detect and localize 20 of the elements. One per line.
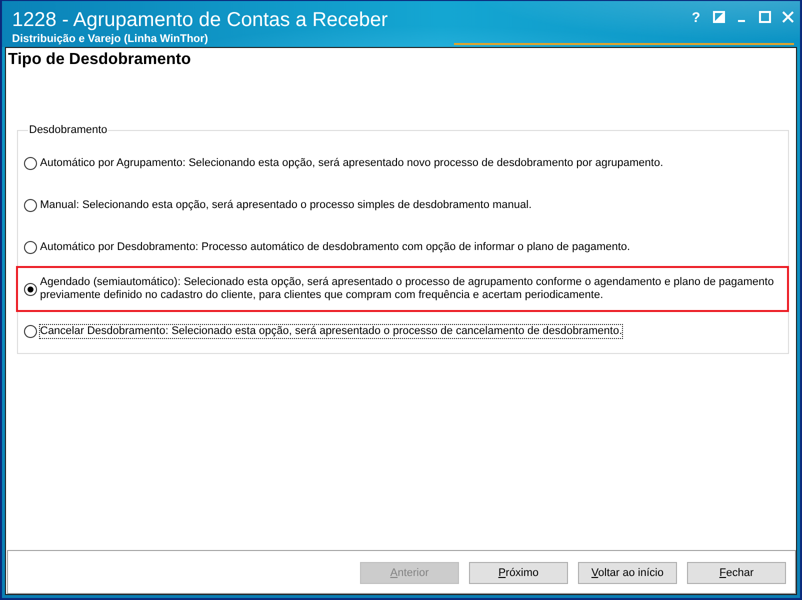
option-label[interactable]: Manual: Selecionando esta opção, será apresentado o processo simples de desdobramento manual. (40, 198, 532, 212)
option-label[interactable]: Cancelar Desdobramento: Selecionado esta opção, será apresentado o processo de cancelamento de desdobramento. (40, 324, 622, 338)
radio-button[interactable] (24, 324, 37, 338)
window-title: 1228 - Agrupamento de Contas a Receber (12, 9, 388, 31)
radio-button[interactable] (24, 240, 37, 254)
close-button[interactable]: Fechar (687, 562, 786, 584)
maximize-icon[interactable] (759, 11, 771, 23)
radio-button[interactable] (24, 156, 37, 170)
contrast-icon[interactable] (713, 11, 725, 23)
radio-button[interactable] (24, 282, 37, 296)
page-title: Tipo de Desdobramento (7, 50, 192, 69)
next-button[interactable]: Próximo (469, 562, 568, 584)
group-label: Desdobramento (28, 124, 108, 137)
option-label[interactable]: Agendado (semiautomático): Selecionado esta opção, será apresentado o processo de agrupamento conforme o agendamento e plano de pagamento previamente definido no cadastro do cliente, para clientes que compram com frequência e acertam periodicamente. (40, 276, 782, 302)
close-icon[interactable] (782, 11, 794, 23)
restart-button[interactable]: Voltar ao início (578, 562, 677, 584)
option-label[interactable]: Automático por Desdobramento: Processo automático de desdobramento com opção de informar o plano de pagamento. (40, 240, 630, 254)
option-label[interactable]: Automático por Agrupamento: Selecionando esta opção, será apresentado novo processo de desdobramento por agrupamento. (40, 156, 664, 170)
radio-button[interactable] (24, 198, 37, 212)
window-subtitle: Distribuição e Varejo (Linha WinThor) (12, 33, 208, 46)
